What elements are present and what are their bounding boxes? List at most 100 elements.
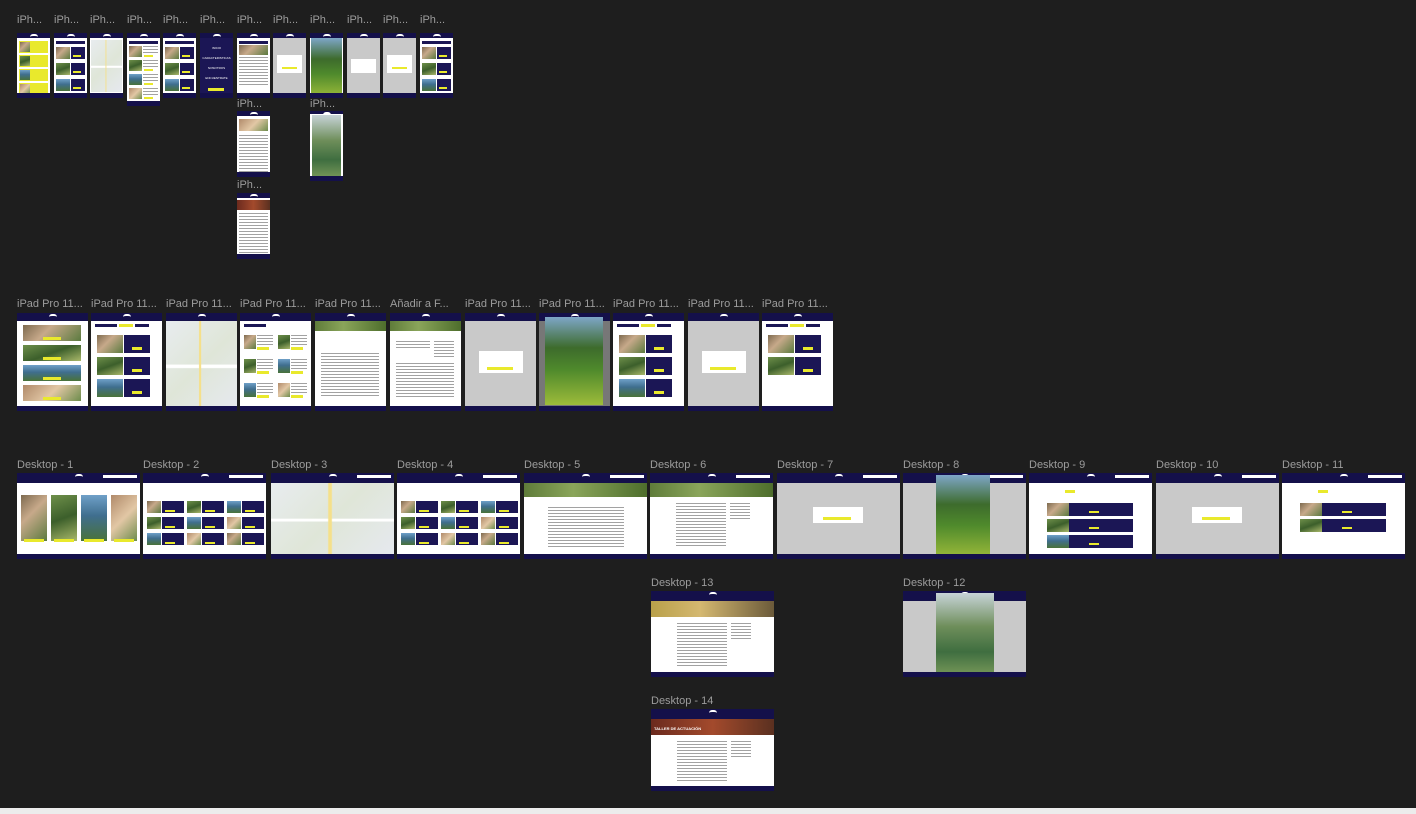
ipad-frame-5[interactable] — [315, 313, 386, 411]
frame-label[interactable]: iPh... — [237, 179, 271, 191]
ipad-frame-9[interactable] — [613, 313, 684, 411]
ipad-frame-4[interactable] — [240, 313, 311, 411]
frame-label[interactable]: iPh... — [17, 14, 51, 26]
desktop-frame-7[interactable] — [777, 473, 900, 559]
frame-label[interactable]: iPh... — [237, 98, 271, 110]
frame-label[interactable]: Desktop - 1 — [17, 459, 137, 471]
desktop-frame-5[interactable] — [524, 473, 647, 559]
desktop-frame-14[interactable]: TALLER DE ACTUACIÓN — [651, 709, 774, 791]
frame-label[interactable]: iPad Pro 11... — [465, 298, 537, 310]
menu-item[interactable]: ENCUENTRATE — [202, 75, 231, 81]
desktop-frame-1[interactable] — [17, 473, 140, 559]
frame-label[interactable]: iPad Pro 11... — [166, 298, 238, 310]
hero-banner — [650, 483, 773, 497]
filter-chip — [1318, 490, 1328, 493]
iphone-frame-7[interactable] — [237, 33, 270, 98]
frame-label[interactable]: iPh... — [383, 14, 417, 26]
frame-label[interactable]: Desktop - 12 — [903, 577, 1023, 589]
frame-label[interactable]: iPad Pro 11... — [17, 298, 89, 310]
desktop-frame-9[interactable] — [1029, 473, 1152, 559]
iphone-frame-1[interactable] — [17, 33, 50, 98]
iphone-frame-10[interactable] — [347, 33, 380, 98]
iphone-frame-8[interactable] — [273, 33, 306, 98]
desktop-frame-4[interactable] — [397, 473, 520, 559]
modal-dialog — [351, 59, 376, 73]
frame-label[interactable]: iPh... — [200, 14, 234, 26]
iphone-frame-stack-2[interactable] — [310, 111, 343, 181]
modal-button — [392, 67, 407, 69]
fav-card — [1322, 503, 1386, 516]
iphone-frame-4[interactable] — [127, 33, 160, 106]
menu-item[interactable]: CARACTERISTICAS — [202, 55, 231, 61]
frame-label[interactable]: Desktop - 8 — [903, 459, 1023, 471]
frame-label[interactable]: iPh... — [237, 14, 271, 26]
desktop-frame-2[interactable] — [143, 473, 266, 559]
iphone-frame-stack-3[interactable] — [237, 193, 270, 259]
desktop-frame-13[interactable] — [651, 591, 774, 677]
card-button — [165, 542, 175, 544]
frame-label[interactable]: iPh... — [310, 14, 344, 26]
frame-label[interactable]: Desktop - 4 — [397, 459, 517, 471]
ipad-frame-3[interactable] — [166, 313, 237, 411]
frame-label[interactable]: iPad Pro 11... — [91, 298, 163, 310]
frame-label[interactable]: iPad Pro 11... — [539, 298, 611, 310]
frame-label[interactable]: iPh... — [273, 14, 307, 26]
frame-label[interactable]: iPad Pro 11... — [613, 298, 685, 310]
logo-icon — [66, 34, 75, 39]
frame-label[interactable]: iPad Pro 11... — [762, 298, 834, 310]
frame-label[interactable]: Añadir a F... — [390, 298, 462, 310]
desktop-frame-12[interactable] — [903, 591, 1026, 677]
frame-label[interactable]: Desktop - 14 — [651, 695, 771, 707]
frame-label[interactable]: iPh... — [90, 14, 124, 26]
ipad-frame-8[interactable] — [539, 313, 610, 411]
frame-label[interactable]: iPh... — [420, 14, 454, 26]
frame-label[interactable]: Desktop - 11 — [1282, 459, 1402, 471]
frame-label[interactable]: iPad Pro 11... — [315, 298, 387, 310]
iphone-frame-5[interactable] — [163, 33, 196, 98]
body-text — [548, 507, 624, 547]
iphone-frame-12[interactable] — [420, 33, 453, 98]
desktop-frame-8[interactable] — [903, 473, 1026, 559]
search-bar — [610, 475, 644, 478]
iphone-frame-6[interactable]: INICIO CARACTERISTICAS NOSOTROS ENCUENTRATE — [200, 33, 233, 98]
ipad-frame-10[interactable] — [688, 313, 759, 411]
event-button — [132, 347, 142, 350]
menu-item[interactable]: NOSOTROS — [202, 65, 231, 71]
iphone-frame-stack-1[interactable] — [237, 111, 270, 177]
desktop-frame-3[interactable] — [271, 473, 394, 559]
desktop-frame-11[interactable] — [1282, 473, 1405, 559]
frame-label[interactable]: Desktop - 9 — [1029, 459, 1149, 471]
frame-label[interactable]: iPh... — [310, 98, 344, 110]
ipad-frame-1[interactable] — [17, 313, 88, 411]
frame-label[interactable]: iPad Pro 11... — [240, 298, 312, 310]
modal-button — [487, 367, 513, 370]
frame-label[interactable]: iPh... — [54, 14, 88, 26]
desktop-frame-6[interactable] — [650, 473, 773, 559]
frame-label[interactable]: iPad Pro 11... — [688, 298, 760, 310]
iphone-frame-9[interactable] — [310, 33, 343, 98]
frame-label[interactable]: Desktop - 6 — [650, 459, 770, 471]
logo-icon — [834, 474, 843, 479]
frame-label[interactable]: Desktop - 10 — [1156, 459, 1276, 471]
iphone-frame-2[interactable] — [54, 33, 87, 98]
frame-label[interactable]: Desktop - 7 — [777, 459, 897, 471]
frame-label[interactable]: iPh... — [163, 14, 197, 26]
park-button — [291, 395, 303, 398]
frame-label[interactable]: Desktop - 13 — [651, 577, 771, 589]
ipad-frame-11[interactable] — [762, 313, 833, 411]
frame-label[interactable]: Desktop - 5 — [524, 459, 644, 471]
menu-item[interactable]: INICIO — [202, 45, 231, 51]
ipad-frame-7[interactable] — [465, 313, 536, 411]
frame-label[interactable]: iPh... — [127, 14, 161, 26]
frame-label[interactable]: iPh... — [347, 14, 381, 26]
gallery-photo — [545, 317, 603, 405]
frame-label[interactable]: Desktop - 2 — [143, 459, 263, 471]
frame-footer-bar — [17, 406, 88, 411]
ipad-frame-6[interactable] — [390, 313, 461, 411]
frame-label[interactable]: Desktop - 3 — [271, 459, 391, 471]
ipad-frame-2[interactable] — [91, 313, 162, 411]
iphone-frame-3[interactable] — [90, 33, 123, 98]
iphone-frame-11[interactable] — [383, 33, 416, 98]
desktop-frame-10[interactable] — [1156, 473, 1279, 559]
modal-dialog — [277, 55, 302, 73]
